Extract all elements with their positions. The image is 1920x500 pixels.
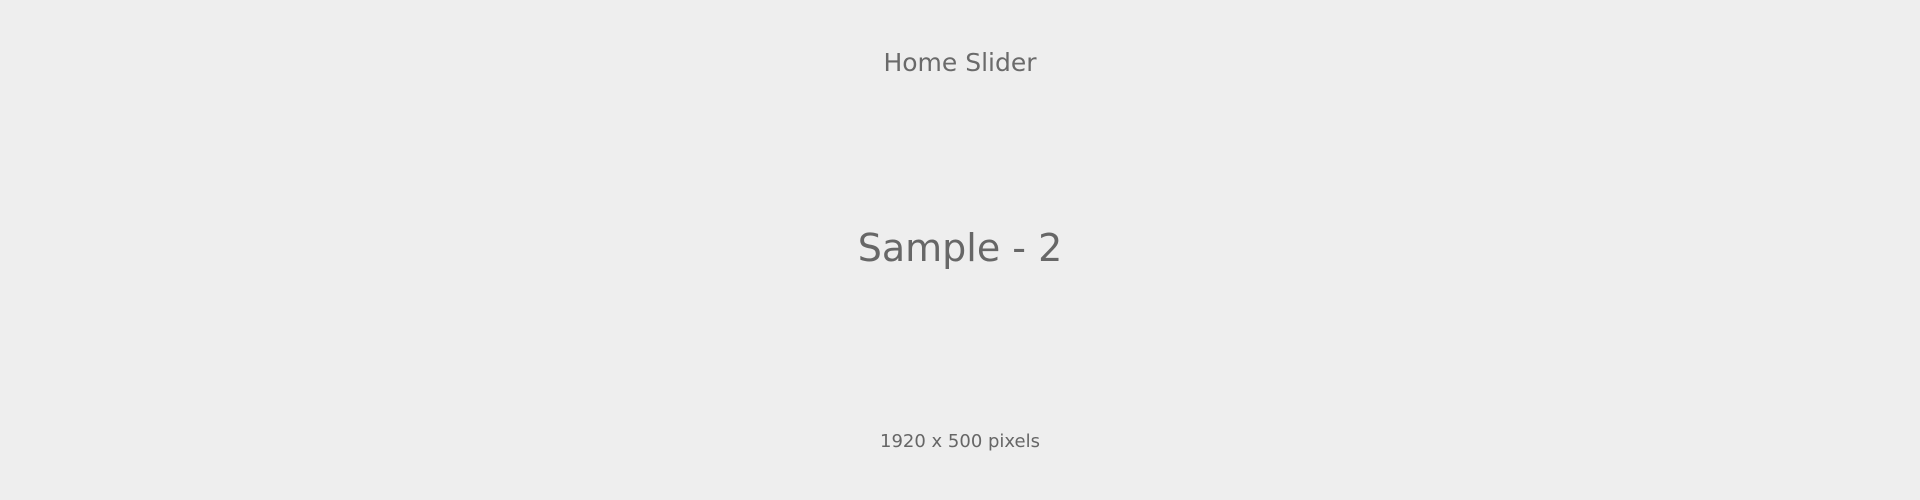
slide-title: Sample - 2 <box>857 226 1063 270</box>
slider-header: Home Slider <box>883 48 1037 77</box>
home-slider-slide[interactable]: Home Slider Sample - 2 1920 x 500 pixels <box>0 0 1920 500</box>
slide-dimensions-caption: 1920 x 500 pixels <box>880 431 1040 452</box>
